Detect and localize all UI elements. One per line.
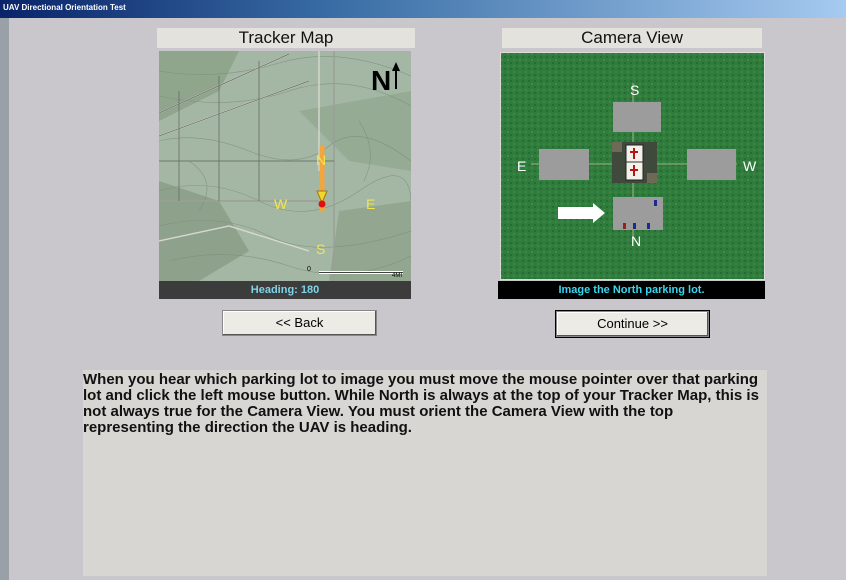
map-scale-start: 0 bbox=[307, 266, 311, 273]
left-edge bbox=[0, 18, 9, 580]
camera-status: Image the North parking lot. bbox=[498, 281, 765, 299]
car bbox=[647, 223, 650, 229]
map-north-marker: N bbox=[371, 65, 392, 96]
map-scale-end: 4MI bbox=[392, 273, 403, 279]
camera-label-north: N bbox=[631, 233, 642, 249]
parking-lot-north[interactable] bbox=[613, 197, 663, 230]
camera-view-title: Camera View bbox=[502, 28, 762, 48]
camera-label-west: W bbox=[743, 158, 757, 174]
parking-lot-west[interactable] bbox=[687, 149, 736, 180]
heading-readout: Heading: 180 bbox=[159, 281, 411, 299]
tracker-map-title: Tracker Map bbox=[157, 28, 415, 48]
title-bar: UAV Directional Orientation Test bbox=[0, 0, 846, 18]
tracker-map: N N W E S 0 4MI bbox=[159, 51, 411, 281]
window-title: UAV Directional Orientation Test bbox=[3, 3, 126, 12]
map-label-south: S bbox=[316, 241, 326, 257]
map-label-north: N bbox=[316, 152, 327, 168]
instructions-panel: When you hear which parking lot to image… bbox=[83, 370, 767, 576]
camera-label-south: S bbox=[630, 82, 640, 98]
car bbox=[654, 200, 657, 206]
car bbox=[633, 223, 636, 229]
camera-label-east: E bbox=[517, 158, 527, 174]
parking-lot-east[interactable] bbox=[539, 149, 589, 180]
camera-view: S E W N bbox=[500, 52, 765, 280]
car bbox=[623, 223, 626, 229]
parking-lot-south[interactable] bbox=[613, 102, 661, 132]
back-button[interactable]: << Back bbox=[222, 310, 377, 336]
instructions-text: When you hear which parking lot to image… bbox=[83, 371, 759, 436]
map-label-east: E bbox=[366, 196, 376, 212]
continue-button[interactable]: Continue >> bbox=[555, 310, 710, 338]
map-label-west: W bbox=[274, 196, 288, 212]
